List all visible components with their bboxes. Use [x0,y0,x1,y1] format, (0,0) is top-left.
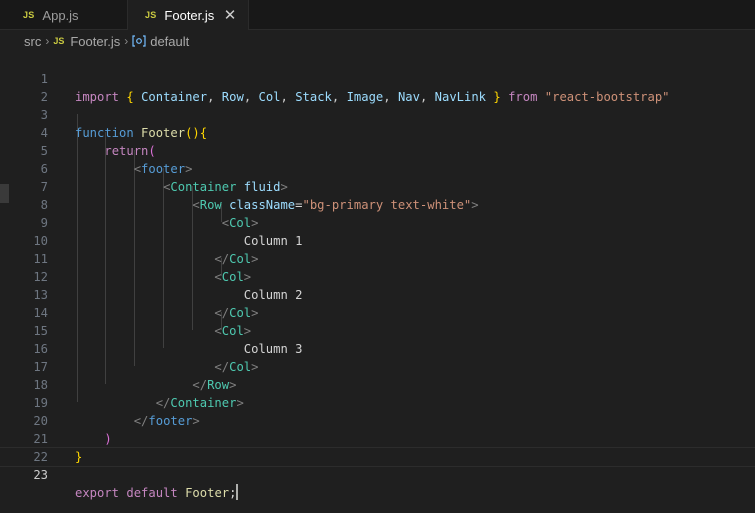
code-line: 22 [33,450,48,464]
javascript-file-icon: JS [145,10,157,20]
code-line: 2 [40,90,48,104]
code-editor[interactable]: 1 import { Container, Row, Col, Stack, I… [0,52,755,513]
tab-footer-js[interactable]: JS Footer.js ✕ [128,0,249,31]
code-line: 16 </Col> [33,342,259,374]
tab-bar: JS App.js JS Footer.js ✕ [0,0,755,31]
code-line-active[interactable]: 23 export default Footer; [0,447,755,500]
code-line: 10 </Col> [33,234,259,266]
code-line: 17 </Row> [33,360,237,392]
chevron-right-icon: › [124,34,129,48]
breadcrumb-file-label: Footer.js [70,33,121,49]
code-line: 8 <Col> [40,198,259,230]
chevron-right-icon: › [45,34,50,48]
breadcrumb-symbol-label: default [150,33,190,49]
tab-app-js[interactable]: JS App.js [0,0,128,30]
text-cursor [236,484,239,500]
code-line: 3 function Footer(){ [40,108,208,140]
code-line: 13 </Col> [33,288,259,320]
variable-symbol-icon [132,35,146,47]
code-line: 7 <Row className="bg-primary text-white"… [40,180,479,212]
code-line: 4 return( [40,126,156,158]
code-line: 18 </Container> [33,378,244,410]
breadcrumb-file[interactable]: JS Footer.js [53,34,120,49]
breadcrumb-folder[interactable]: src [24,34,41,49]
tab-label: App.js [42,7,79,23]
code-line: 5 <footer> [40,144,193,176]
code-line: 9 Column 1 [40,216,303,248]
breadcrumb: src › JS Footer.js › default [0,30,755,52]
javascript-file-icon: JS [23,10,35,20]
code-line: 19 </footer> [33,396,200,428]
code-line: 1 import { Container, Row, Col, Stack, I… [40,72,670,104]
code-line: 11 <Col> [33,252,252,284]
close-icon[interactable]: ✕ [220,5,240,25]
code-line: 12 Column 2 [33,270,303,302]
javascript-file-icon: JS [53,36,65,46]
code-line: 6 <Container fluid> [40,162,288,194]
tab-label: Footer.js [164,7,215,23]
breadcrumb-symbol[interactable]: default [132,34,189,49]
code-line: 14 <Col> [33,306,252,338]
code-line: 15 Column 3 [33,324,303,356]
code-line: 20 ) [33,414,112,446]
code-line: 21 } [33,432,83,464]
